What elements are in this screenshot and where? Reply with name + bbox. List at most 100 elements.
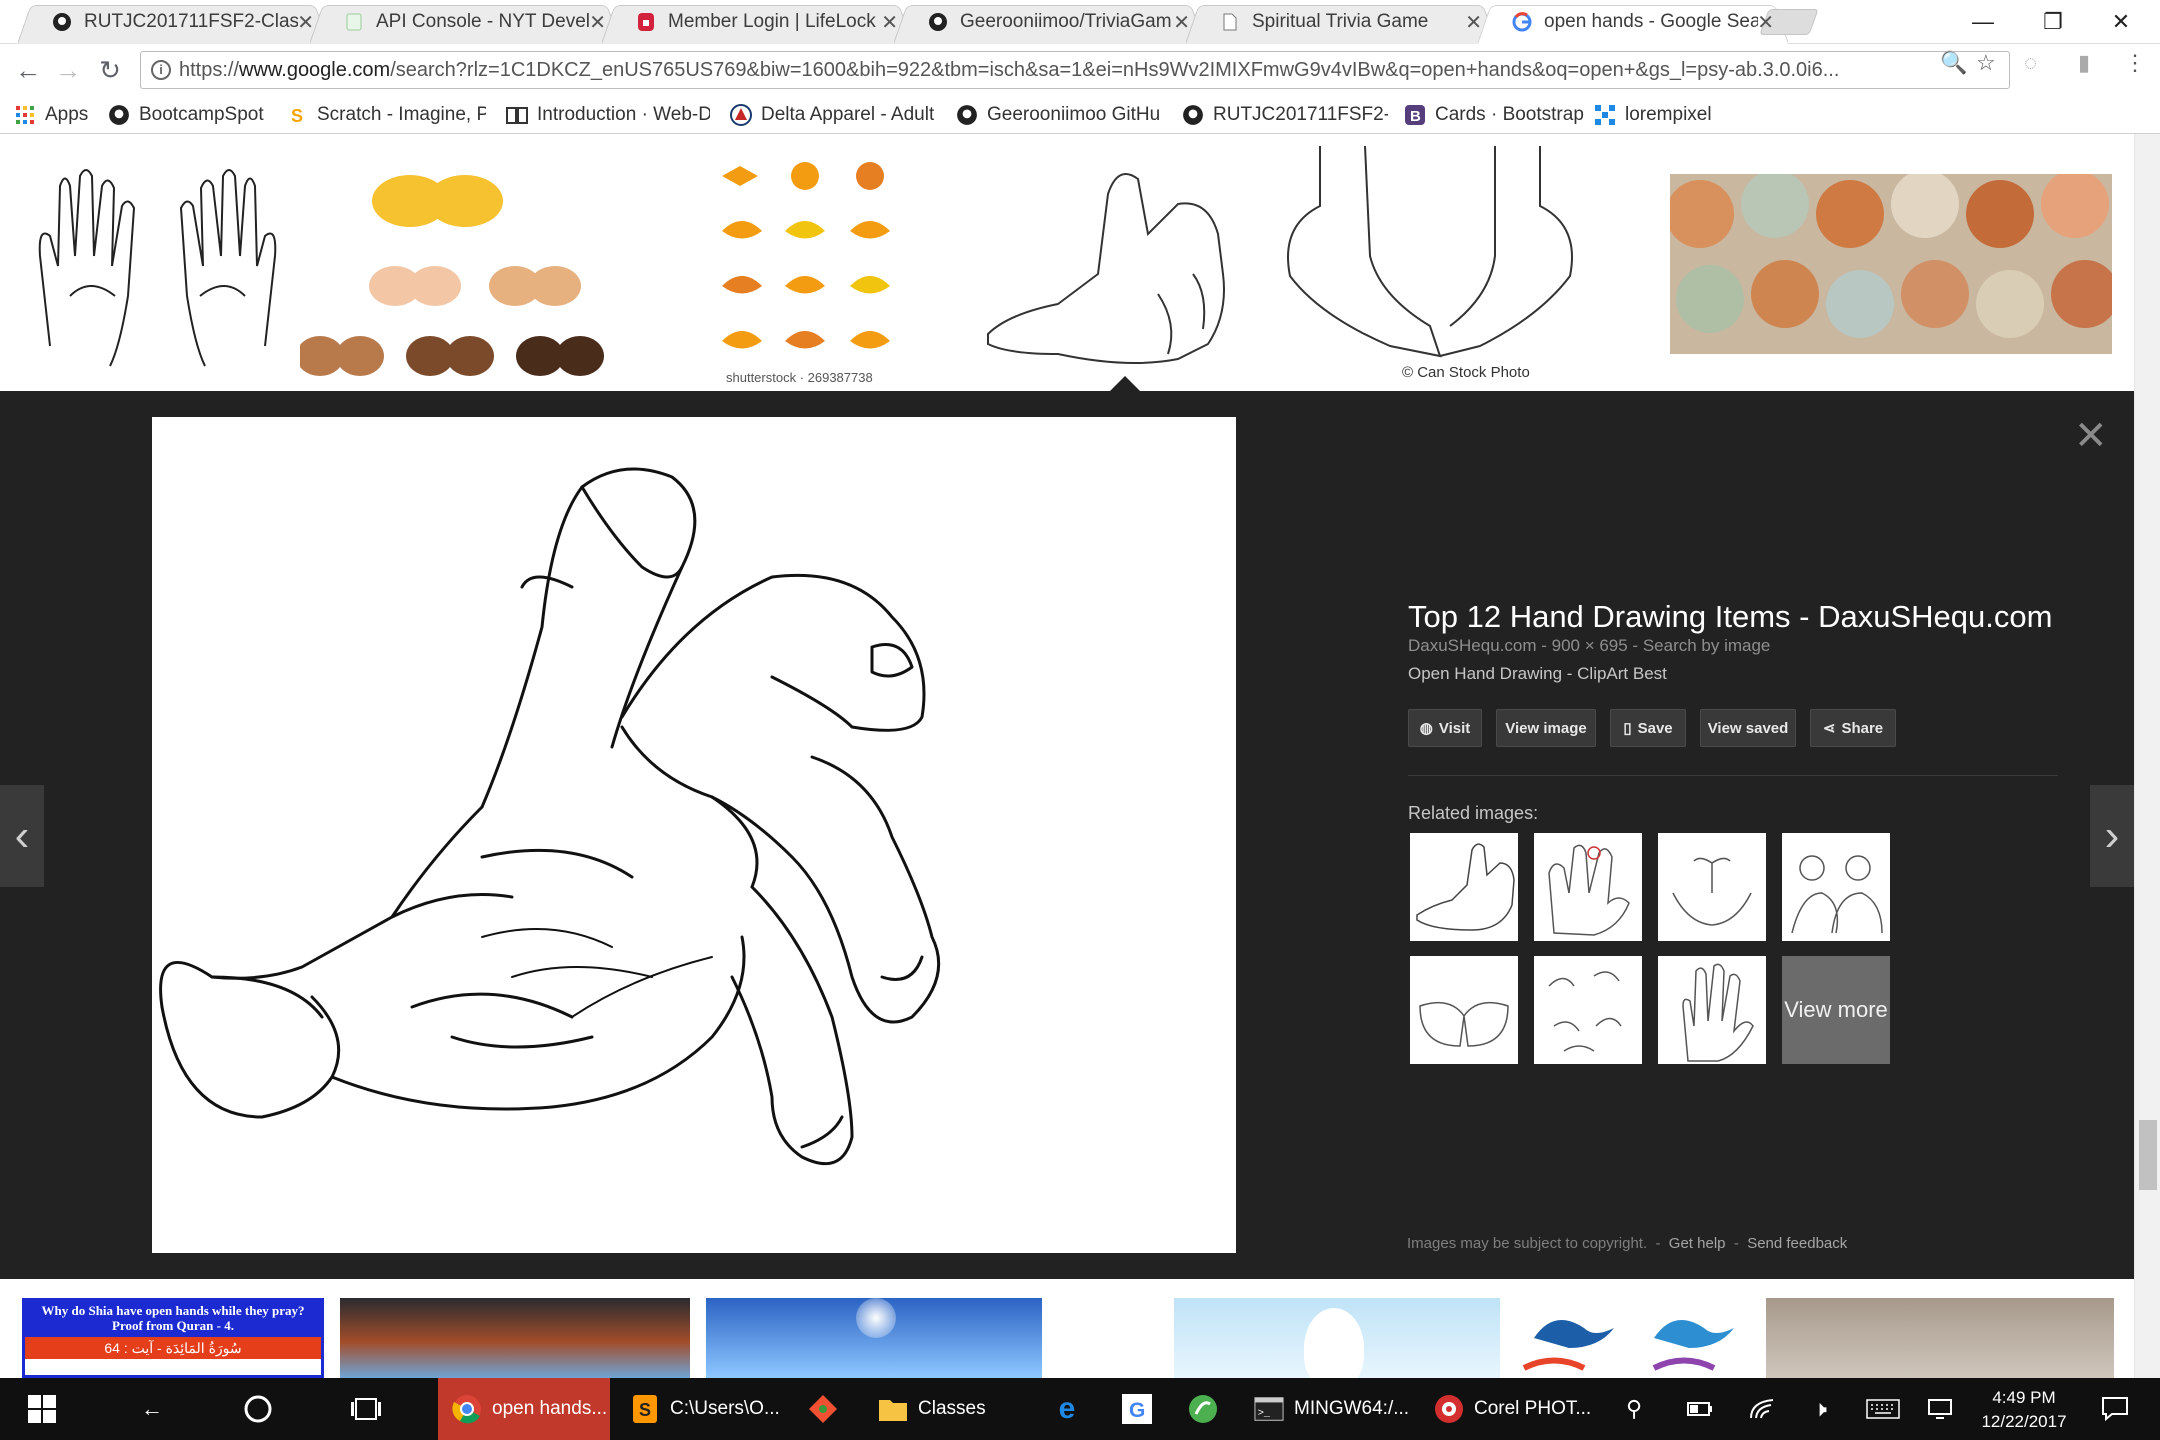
system-clock[interactable]: 4:49 PM 12/22/2017	[1974, 1386, 2074, 1434]
site-info-icon[interactable]: i	[151, 60, 171, 80]
related-image-2[interactable]	[1534, 833, 1642, 941]
taskbar-git[interactable]	[796, 1378, 850, 1440]
back-arrow-icon[interactable]: ←	[124, 1378, 180, 1440]
button-label: View image	[1505, 719, 1587, 737]
taskbar-mingw[interactable]: >_ MINGW64:/...	[1244, 1378, 1414, 1440]
bookmark-apps[interactable]: Apps	[14, 102, 88, 128]
get-help-link[interactable]: Get help	[1669, 1235, 1726, 1252]
related-image-6[interactable]	[1534, 956, 1642, 1064]
result-thumb-cupped-hands[interactable]: © Can Stock Photo	[1280, 146, 1600, 386]
related-image-4[interactable]	[1782, 833, 1890, 941]
notifications-icon[interactable]	[2090, 1378, 2140, 1440]
cortana-icon[interactable]	[230, 1378, 286, 1440]
taskbar-corel[interactable]: Corel PHOT...	[1424, 1378, 1594, 1440]
tab-trivia-github[interactable]: Geerooniimoo/TriviaGam ✕	[894, 0, 1204, 44]
bookmark-geerooniimoo-github[interactable]: Geerooniimoo GitHu	[956, 102, 1172, 128]
bookmark-delta-apparel[interactable]: Delta Apparel - Adult	[730, 102, 934, 128]
result-thumb-logo-hands[interactable]: shutterstock · 269387738	[700, 146, 920, 386]
result-thumb-hand-drawing-selected[interactable]	[978, 154, 1266, 374]
close-window-button[interactable]: ✕	[2088, 0, 2154, 44]
tab-google-search[interactable]: open hands - Google Sea ✕	[1478, 0, 1788, 44]
share-button[interactable]: ⋖ Share	[1810, 709, 1896, 747]
taskbar-chrome[interactable]: open hands...	[438, 1378, 610, 1440]
bookmark-label: Delta Apparel - Adult	[761, 104, 935, 125]
minimize-button[interactable]: —	[1950, 0, 2016, 44]
bookmark-lorempixel[interactable]: lorempixel	[1594, 102, 1712, 128]
taskbar-sublime[interactable]: S C:\Users\O...	[618, 1378, 784, 1440]
battery-icon[interactable]	[1680, 1378, 1720, 1440]
taskbar-green-app[interactable]	[1176, 1378, 1230, 1440]
result-thumb-water-drop[interactable]	[1174, 1298, 1500, 1378]
bookmark-icon: ▯	[1623, 720, 1632, 737]
previous-image-button[interactable]: ‹	[0, 785, 44, 887]
taskbar-classes-folder[interactable]: Classes	[868, 1378, 1018, 1440]
tab-close-icon[interactable]: ✕	[1173, 10, 1190, 35]
tab-title: API Console - NYT Devel	[376, 11, 590, 32]
view-more-button[interactable]: View more	[1782, 956, 1890, 1064]
volume-muted-icon[interactable]: 🕨	[1800, 1378, 1840, 1440]
result-thumb-emoji-hands[interactable]	[300, 146, 640, 386]
send-feedback-link[interactable]: Send feedback	[1747, 1235, 1847, 1252]
bookmark-bootstrap-cards[interactable]: B Cards · Bootstrap	[1404, 102, 1584, 128]
related-image-1[interactable]	[1410, 833, 1518, 941]
github-icon	[52, 12, 72, 32]
result-thumb-sky-hands[interactable]	[706, 1298, 1042, 1378]
display-icon[interactable]	[1920, 1378, 1960, 1440]
preview-image-hand-drawing[interactable]	[152, 417, 1236, 1253]
bookmark-star-icon[interactable]: ☆	[1976, 50, 1996, 76]
forward-button[interactable]: →	[50, 54, 86, 86]
chrome-menu-icon[interactable]: ⋮	[2124, 50, 2146, 76]
result-thumb-praying-hands[interactable]	[30, 146, 285, 386]
preview-title[interactable]: Top 12 Hand Drawing Items - DaxuSHequ.co…	[1408, 599, 2052, 635]
bookmark-bootcampspot[interactable]: BootcampSpot	[108, 102, 264, 128]
result-thumb-tree-photo[interactable]	[340, 1298, 690, 1378]
result-thumb-doves[interactable]	[1514, 1298, 1758, 1378]
tab-spiritual-trivia[interactable]: Spiritual Trivia Game ✕	[1186, 0, 1496, 44]
close-preview-icon[interactable]: ✕	[2074, 413, 2108, 459]
view-image-button[interactable]: View image	[1496, 709, 1596, 747]
wifi-icon[interactable]	[1742, 1378, 1782, 1440]
reload-button[interactable]: ↻	[92, 54, 128, 86]
result-thumb-eggs[interactable]	[1670, 174, 2112, 354]
tab-close-icon[interactable]: ✕	[881, 10, 898, 35]
edge-icon: e	[1058, 1392, 1076, 1425]
tab-close-icon[interactable]: ✕	[1757, 10, 1774, 35]
scrollbar-thumb[interactable]	[2139, 1120, 2157, 1190]
back-button[interactable]: ←	[10, 54, 46, 86]
url-scheme: https://	[179, 58, 240, 81]
keyboard-icon[interactable]	[1860, 1378, 1906, 1440]
taskbar-label: open hands...	[492, 1398, 608, 1419]
visit-button[interactable]: ◍ Visit	[1408, 709, 1482, 747]
google-icon	[1512, 12, 1532, 32]
related-image-7[interactable]	[1658, 956, 1766, 1064]
extension-icon[interactable]: ▮	[2078, 50, 2090, 76]
address-bar[interactable]: i https://www.google.com/search?rlz=1C1D…	[140, 51, 2010, 89]
extension-icon[interactable]: ◌	[2024, 50, 2037, 76]
scratch-icon: S	[286, 104, 308, 126]
page-scrollbar[interactable]	[2134, 134, 2160, 1378]
result-thumb-shia-quran[interactable]: Why do Shia have open hands while they p…	[22, 1298, 324, 1378]
task-view-icon[interactable]	[338, 1378, 394, 1440]
save-button[interactable]: ▯ Save	[1610, 709, 1686, 747]
thumb-caption: Why do Shia have open hands while they p…	[25, 1301, 321, 1337]
related-image-5[interactable]	[1410, 956, 1518, 1064]
view-saved-button[interactable]: View saved	[1700, 709, 1796, 747]
tab-lifelock[interactable]: Member Login | LifeLock ✕	[602, 0, 912, 44]
windows-start-icon[interactable]	[14, 1378, 70, 1440]
taskbar-edge[interactable]: e	[1040, 1378, 1094, 1440]
bookmark-scratch[interactable]: S Scratch - Imagine, Pr	[286, 102, 486, 128]
related-image-3[interactable]	[1658, 833, 1766, 941]
next-image-button[interactable]: ›	[2090, 785, 2134, 887]
tab-rutjc[interactable]: RUTJC201711FSF2-Class ✕	[18, 0, 328, 44]
bookmark-rutjc[interactable]: RUTJC201711FSF2-Cl	[1182, 102, 1388, 128]
restore-button[interactable]: ❐	[2020, 0, 2086, 44]
result-thumb-stone-hands[interactable]	[1766, 1298, 2114, 1378]
taskbar-google[interactable]: G	[1110, 1378, 1164, 1440]
tab-api-console[interactable]: API Console - NYT Devel ✕	[310, 0, 620, 44]
people-icon[interactable]: ⚲	[1614, 1378, 1654, 1440]
bookmark-introduction[interactable]: Introduction · Web-D	[506, 102, 710, 128]
tab-close-icon[interactable]: ✕	[1465, 10, 1482, 35]
tab-close-icon[interactable]: ✕	[297, 10, 314, 35]
zoom-search-icon[interactable]: 🔍	[1940, 50, 1967, 76]
tab-close-icon[interactable]: ✕	[589, 10, 606, 35]
